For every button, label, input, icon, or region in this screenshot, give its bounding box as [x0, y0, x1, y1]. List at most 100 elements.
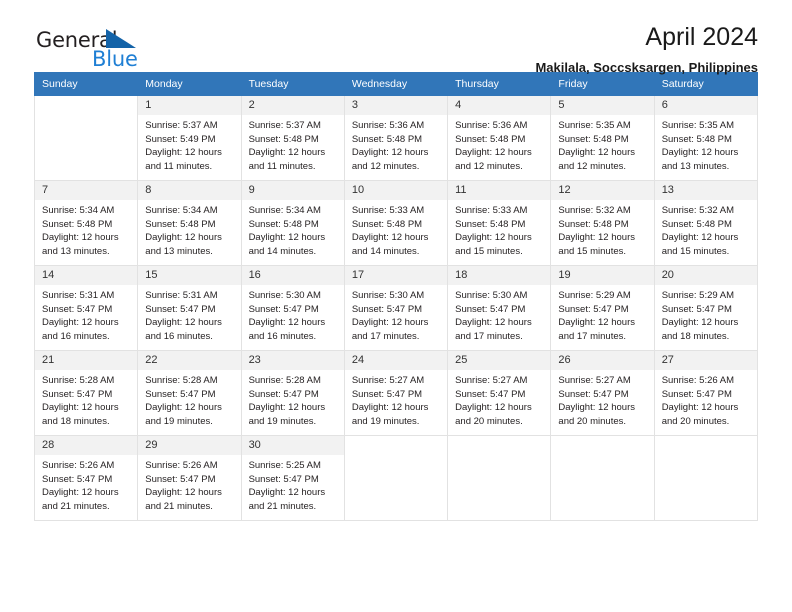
day-number: 22	[138, 351, 241, 370]
daylight-text: Daylight: 12 hours and 18 minutes.	[661, 317, 739, 342]
day-number: 21	[35, 351, 138, 370]
sunrise-text: Sunrise: 5:29 AM	[661, 290, 735, 301]
day-number: 26	[551, 351, 654, 370]
calendar-day-cell[interactable]: 25 Sunrise: 5:27 AM Sunset: 5:47 PM Dayligh…	[447, 350, 552, 436]
calendar-day-cell[interactable]: 22 Sunrise: 5:28 AM Sunset: 5:47 PM Dayligh…	[137, 350, 242, 436]
calendar-day-cell[interactable]: 3 Sunrise: 5:36 AM Sunset: 5:48 PM Daylight…	[343, 95, 449, 181]
calendar-day-cell[interactable]: 11 Sunrise: 5:33 AM Sunset: 5:48 PM Dayligh…	[447, 180, 552, 266]
general-blue-logo[interactable]: General Blue	[36, 28, 206, 76]
sunrise-text: Sunrise: 5:35 AM	[661, 120, 735, 131]
day-number: 14	[35, 266, 138, 285]
day-details: Sunrise: 5:34 AM Sunset: 5:48 PM Daylight:…	[138, 200, 240, 258]
calendar-day-cell[interactable]: 1 Sunrise: 5:37 AM Sunset: 5:49 PM Daylight…	[137, 95, 242, 181]
day-details: Sunrise: 5:27 AM Sunset: 5:47 PM Daylight:…	[448, 370, 550, 428]
daylight-text: Daylight: 12 hours and 16 minutes.	[248, 317, 326, 342]
calendar-day-cell[interactable]: 21 Sunrise: 5:28 AM Sunset: 5:47 PM Dayligh…	[33, 350, 139, 436]
calendar-day-cell[interactable]: 27 Sunrise: 5:26 AM Sunset: 5:47 PM Dayligh…	[653, 350, 759, 436]
sunset-text: Sunset: 5:48 PM	[42, 218, 113, 230]
daylight-text: Daylight: 12 hours and 16 minutes.	[42, 317, 119, 342]
sunset-text: Sunset: 5:47 PM	[248, 388, 319, 400]
day-number: 29	[138, 436, 241, 455]
calendar-day-cell[interactable]: 18 Sunrise: 5:30 AM Sunset: 5:47 PM Dayligh…	[447, 265, 552, 351]
day-number: 19	[551, 266, 654, 285]
day-details: Sunrise: 5:34 AM Sunset: 5:48 PM Daylight:…	[242, 200, 344, 258]
sunrise-text: Sunrise: 5:28 AM	[145, 375, 218, 386]
sunrise-text: Sunrise: 5:34 AM	[248, 205, 321, 216]
day-details: Sunrise: 5:30 AM Sunset: 5:47 PM Daylight:…	[345, 285, 447, 343]
day-details: Sunrise: 5:29 AM Sunset: 5:47 PM Daylight:…	[655, 285, 757, 343]
day-number: 30	[241, 436, 344, 455]
calendar-day-cell[interactable]: 19 Sunrise: 5:29 AM Sunset: 5:47 PM Dayligh…	[550, 265, 655, 351]
weekday-header-wednesday: Wednesday	[343, 72, 449, 96]
calendar-day-cell[interactable]: 20 Sunrise: 5:29 AM Sunset: 5:47 PM Dayligh…	[653, 265, 759, 351]
day-number: 20	[654, 266, 757, 285]
page-header: General Blue April 2024 Makilala, Soccsk…	[34, 0, 758, 75]
calendar-week-row: 7 Sunrise: 5:34 AM Sunset: 5:48 PM Daylight…	[33, 180, 759, 266]
day-number: 6	[654, 96, 757, 115]
calendar-week-row: 21 Sunrise: 5:28 AM Sunset: 5:47 PM Dayligh…	[33, 350, 759, 436]
sunrise-text: Sunrise: 5:27 AM	[351, 375, 425, 386]
day-number: 24	[344, 351, 448, 370]
sunset-text: Sunset: 5:47 PM	[661, 303, 732, 315]
calendar-day-cell[interactable]: 13 Sunrise: 5:32 AM Sunset: 5:48 PM Dayligh…	[653, 180, 759, 266]
daylight-text: Daylight: 12 hours and 15 minutes.	[455, 232, 532, 257]
calendar-day-cell[interactable]: 14 Sunrise: 5:31 AM Sunset: 5:47 PM Dayligh…	[33, 265, 139, 351]
sunset-text: Sunset: 5:47 PM	[661, 388, 732, 400]
sunset-text: Sunset: 5:48 PM	[558, 218, 629, 230]
calendar-day-cell[interactable]: 10 Sunrise: 5:33 AM Sunset: 5:48 PM Dayligh…	[343, 180, 449, 266]
day-details: Sunrise: 5:32 AM Sunset: 5:48 PM Daylight:…	[551, 200, 653, 258]
sunrise-text: Sunrise: 5:35 AM	[558, 120, 631, 131]
calendar-day-cell[interactable]: 15 Sunrise: 5:31 AM Sunset: 5:47 PM Dayligh…	[137, 265, 242, 351]
calendar-week-row: 28 Sunrise: 5:26 AM Sunset: 5:47 PM Dayligh…	[33, 435, 759, 521]
sunset-text: Sunset: 5:49 PM	[145, 133, 216, 145]
day-number: 1	[138, 96, 241, 115]
calendar-week-row: 14 Sunrise: 5:31 AM Sunset: 5:47 PM Dayligh…	[33, 265, 759, 351]
calendar-day-cell[interactable]: 17 Sunrise: 5:30 AM Sunset: 5:47 PM Dayligh…	[343, 265, 449, 351]
calendar-day-cell[interactable]: 9 Sunrise: 5:34 AM Sunset: 5:48 PM Daylight…	[240, 180, 345, 266]
day-details: Sunrise: 5:25 AM Sunset: 5:47 PM Daylight:…	[242, 455, 344, 513]
calendar-day-cell[interactable]: 29 Sunrise: 5:26 AM Sunset: 5:47 PM Dayligh…	[137, 435, 242, 521]
daylight-text: Daylight: 12 hours and 17 minutes.	[455, 317, 532, 342]
day-details: Sunrise: 5:32 AM Sunset: 5:48 PM Daylight:…	[655, 200, 757, 258]
sunset-text: Sunset: 5:48 PM	[248, 133, 319, 145]
sunrise-text: Sunrise: 5:36 AM	[455, 120, 528, 131]
calendar-day-cell[interactable]: 12 Sunrise: 5:32 AM Sunset: 5:48 PM Dayligh…	[550, 180, 655, 266]
sunset-text: Sunset: 5:47 PM	[558, 388, 629, 400]
calendar-day-cell[interactable]: 7 Sunrise: 5:34 AM Sunset: 5:48 PM Daylight…	[33, 180, 139, 266]
day-number: 5	[551, 96, 654, 115]
sunrise-text: Sunrise: 5:36 AM	[351, 120, 425, 131]
calendar-day-cell[interactable]: 26 Sunrise: 5:27 AM Sunset: 5:47 PM Dayligh…	[550, 350, 655, 436]
calendar-day-cell[interactable]: 30 Sunrise: 5:25 AM Sunset: 5:47 PM Dayligh…	[240, 435, 345, 521]
daylight-text: Daylight: 12 hours and 12 minutes.	[351, 147, 429, 172]
calendar-cell-empty	[447, 435, 552, 521]
calendar-day-cell[interactable]: 23 Sunrise: 5:28 AM Sunset: 5:47 PM Dayligh…	[240, 350, 345, 436]
title-block: April 2024 Makilala, Soccsksargen, Phili…	[535, 22, 758, 77]
daylight-text: Daylight: 12 hours and 19 minutes.	[351, 402, 429, 427]
day-number: 23	[241, 351, 344, 370]
logo-text-blue: Blue	[92, 47, 138, 71]
sunrise-text: Sunrise: 5:32 AM	[661, 205, 735, 216]
daylight-text: Daylight: 12 hours and 18 minutes.	[42, 402, 119, 427]
calendar-day-cell[interactable]: 8 Sunrise: 5:34 AM Sunset: 5:48 PM Daylight…	[137, 180, 242, 266]
day-details: Sunrise: 5:37 AM Sunset: 5:48 PM Daylight:…	[242, 115, 344, 173]
calendar-day-cell[interactable]: 24 Sunrise: 5:27 AM Sunset: 5:47 PM Dayligh…	[343, 350, 449, 436]
calendar-day-cell[interactable]: 6 Sunrise: 5:35 AM Sunset: 5:48 PM Daylight…	[653, 95, 759, 181]
day-details: Sunrise: 5:27 AM Sunset: 5:47 PM Daylight:…	[345, 370, 447, 428]
day-details: Sunrise: 5:27 AM Sunset: 5:47 PM Daylight:…	[551, 370, 653, 428]
sunrise-text: Sunrise: 5:31 AM	[42, 290, 115, 301]
day-number: 13	[654, 181, 757, 200]
calendar-day-cell[interactable]: 2 Sunrise: 5:37 AM Sunset: 5:48 PM Daylight…	[240, 95, 345, 181]
daylight-text: Daylight: 12 hours and 21 minutes.	[42, 487, 119, 512]
sunrise-text: Sunrise: 5:27 AM	[558, 375, 631, 386]
sunrise-text: Sunrise: 5:34 AM	[145, 205, 218, 216]
calendar-day-cell[interactable]: 4 Sunrise: 5:36 AM Sunset: 5:48 PM Daylight…	[447, 95, 552, 181]
day-details: Sunrise: 5:37 AM Sunset: 5:49 PM Daylight:…	[138, 115, 240, 173]
calendar-day-cell[interactable]: 16 Sunrise: 5:30 AM Sunset: 5:47 PM Dayligh…	[240, 265, 345, 351]
daylight-text: Daylight: 12 hours and 13 minutes.	[42, 232, 119, 257]
calendar-cell-empty	[343, 435, 449, 521]
sunset-text: Sunset: 5:47 PM	[351, 303, 423, 315]
daylight-text: Daylight: 12 hours and 14 minutes.	[248, 232, 326, 257]
calendar-day-cell[interactable]: 28 Sunrise: 5:26 AM Sunset: 5:47 PM Dayligh…	[33, 435, 139, 521]
calendar-day-cell[interactable]: 5 Sunrise: 5:35 AM Sunset: 5:48 PM Daylight…	[550, 95, 655, 181]
day-number: 11	[448, 181, 551, 200]
